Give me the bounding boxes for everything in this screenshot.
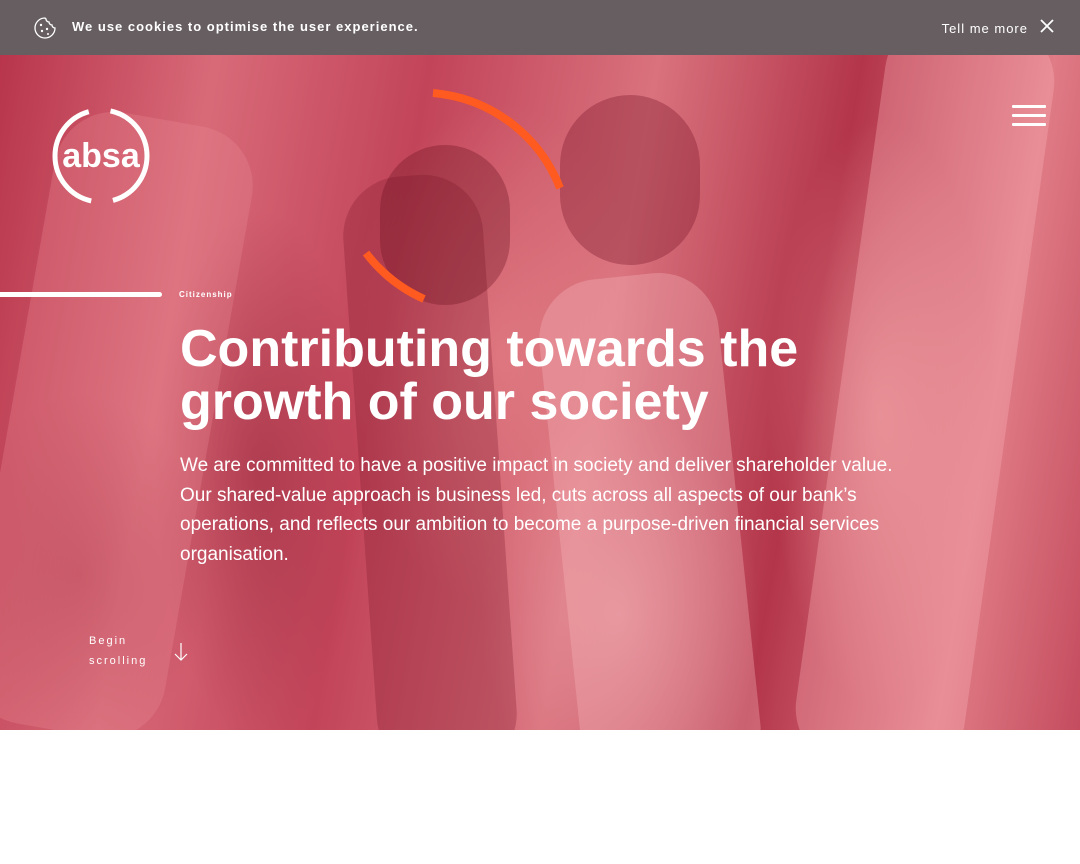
close-icon[interactable] <box>1040 19 1054 33</box>
arrow-down-icon[interactable] <box>174 642 188 662</box>
begin-scrolling-link[interactable]: Begin scrolling <box>89 631 169 671</box>
cookie-banner: We use cookies to optimise the user expe… <box>0 0 1080 55</box>
category-line-marker <box>0 292 162 297</box>
tell-me-more-link[interactable]: Tell me more <box>942 21 1028 36</box>
cookie-icon <box>34 17 56 39</box>
absa-logo[interactable]: absa <box>50 105 152 207</box>
hero-section: absa Citizenship Contributing towards th… <box>0 55 1080 730</box>
hero-description: We are committed to have a positive impa… <box>180 455 893 565</box>
absa-logo-text: absa <box>62 137 141 175</box>
hero-title: Contributing towards the growth of our s… <box>180 320 799 431</box>
cookie-message: We use cookies to optimise the user expe… <box>72 19 419 34</box>
hamburger-menu-icon[interactable] <box>1012 105 1046 129</box>
category-label: Citizenship <box>179 290 233 299</box>
